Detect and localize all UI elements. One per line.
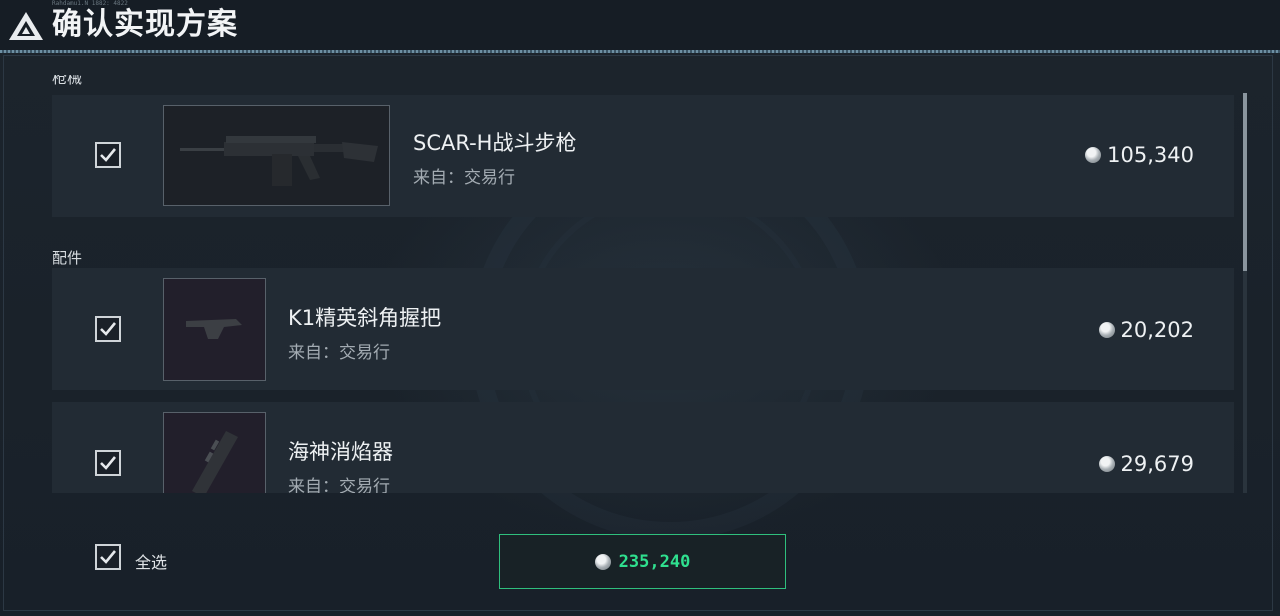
item-thumbnail — [163, 412, 266, 493]
coin-icon — [1098, 322, 1115, 338]
item-list: 枪械 SCAR-H战斗步枪 来自：交易行 105,340 配件 K1精英斜角握把… — [52, 75, 1248, 493]
header-divider — [0, 50, 1280, 53]
page-title: 确认实现方案 — [52, 7, 238, 42]
list-item[interactable]: K1精英斜角握把 来自：交易行 20,202 — [52, 268, 1234, 390]
check-icon — [100, 456, 117, 470]
item-thumbnail — [163, 278, 266, 381]
list-item[interactable]: SCAR-H战斗步枪 来自：交易行 105,340 — [52, 95, 1234, 217]
item-name: 海神消焰器 — [288, 440, 393, 464]
item-price-value: 29,679 — [1120, 452, 1194, 476]
check-icon — [100, 322, 117, 336]
delta-logo-icon — [9, 12, 43, 40]
item-source: 来自：交易行 — [288, 477, 390, 493]
section-label-guns: 枪械 — [52, 75, 83, 87]
item-source: 来自：交易行 — [413, 168, 515, 188]
select-all-checkbox[interactable] — [95, 544, 121, 570]
scrollbar-thumb[interactable] — [1243, 93, 1247, 271]
header-bar: Rahdamu1.N 1882: 4822 确认实现方案 — [0, 0, 1280, 50]
list-item[interactable]: 海神消焰器 来自：交易行 29,679 — [52, 402, 1234, 493]
item-checkbox[interactable] — [95, 142, 121, 168]
select-all-label[interactable]: 全选 — [135, 549, 167, 573]
item-source: 来自：交易行 — [288, 343, 390, 363]
coin-icon — [1098, 456, 1115, 472]
item-checkbox[interactable] — [95, 316, 121, 342]
check-icon — [100, 550, 117, 564]
item-name: SCAR-H战斗步枪 — [413, 131, 577, 155]
item-price: 105,340 — [1085, 143, 1194, 167]
item-thumbnail — [163, 105, 390, 206]
item-price-value: 20,202 — [1120, 318, 1194, 342]
grip-icon — [186, 319, 242, 339]
item-price-value: 105,340 — [1107, 143, 1194, 167]
confirm-total-button[interactable]: 235,240 — [499, 534, 786, 589]
check-icon — [100, 148, 117, 162]
coin-icon — [594, 553, 611, 570]
coin-icon — [1085, 147, 1102, 163]
item-checkbox[interactable] — [95, 450, 121, 476]
total-price: 235,240 — [618, 551, 691, 572]
section-label-attachments: 配件 — [52, 249, 83, 267]
suppressor-icon — [192, 431, 238, 493]
item-price: 20,202 — [1098, 318, 1194, 342]
item-name: K1精英斜角握把 — [288, 306, 442, 330]
rifle-icon — [180, 136, 378, 186]
item-price: 29,679 — [1098, 452, 1194, 476]
